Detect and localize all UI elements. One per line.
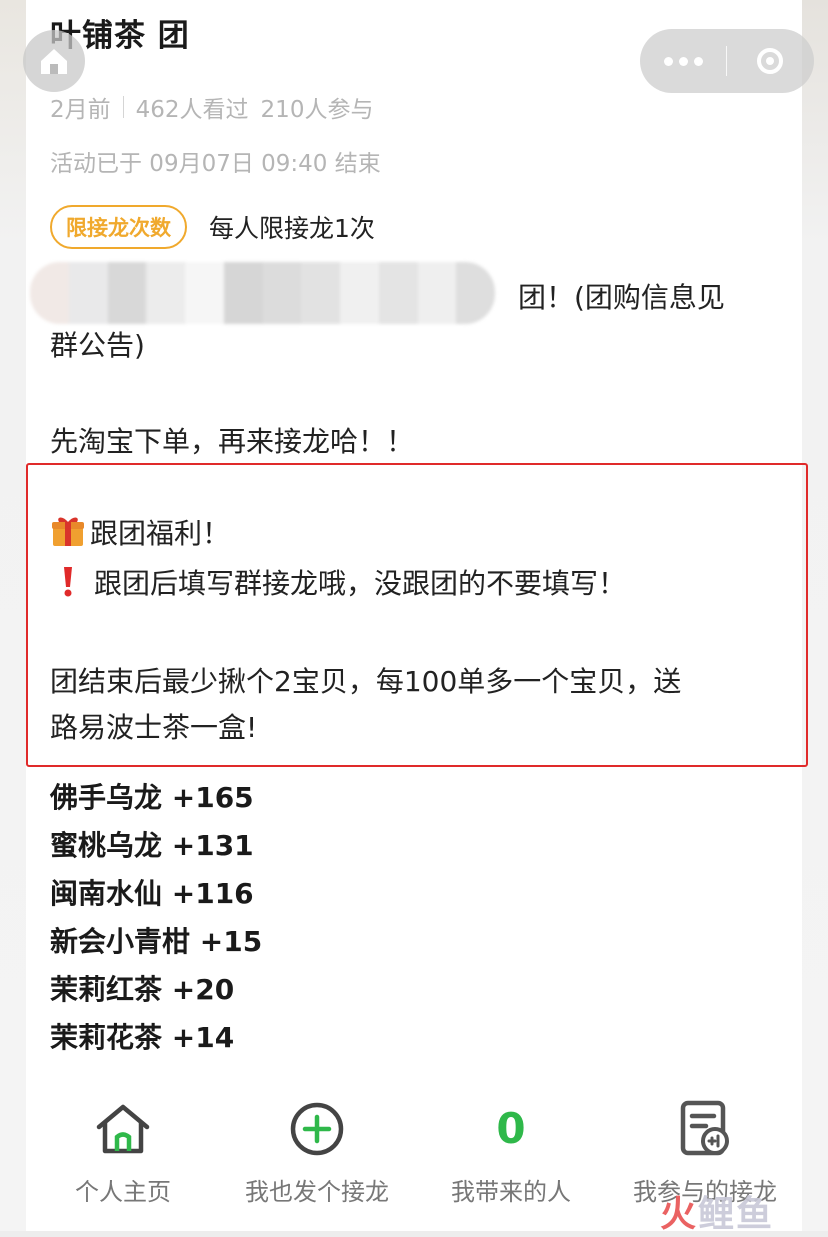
plus-circle-icon (290, 1102, 344, 1156)
description-line2: 群公告) (50, 329, 145, 362)
mini-program-capsule (640, 29, 814, 93)
participant-count: 210人参与 (260, 97, 374, 123)
home-button[interactable] (23, 30, 85, 92)
post-meta: 2月前 462人看过 210人参与 (50, 90, 373, 124)
nav-label: 个人主页 (75, 1178, 171, 1206)
rule-line-2: 路易波士茶一盒! (50, 711, 258, 744)
meta-divider (122, 96, 124, 118)
order-items-list: 佛手乌龙 +165 蜜桃乌龙 +131 闽南水仙 +116 新会小青柑 +15 … (50, 778, 262, 1066)
limit-text: 每人限接龙1次 (209, 214, 375, 243)
list-item: 闽南水仙 +116 (50, 877, 254, 910)
view-count: 462人看过 (135, 97, 249, 123)
referral-count: 0 (496, 1104, 526, 1153)
list-item: 茉莉花茶 +14 (50, 1021, 235, 1054)
gift-icon (52, 517, 84, 546)
limit-badge: 限接龙次数 (50, 205, 187, 249)
benefits-heading: 跟团福利！ (90, 517, 231, 550)
nav-referred-people[interactable]: 0 我带来的人 (414, 1090, 608, 1231)
warning-row: 跟团后填写群接龙哦，没跟团的不要填写！ (50, 562, 626, 602)
warning-text: 跟团后填写群接龙哦，没跟团的不要填写！ (94, 567, 627, 600)
exclamation-icon (64, 567, 72, 597)
list-item: 茉莉红茶 +20 (50, 973, 235, 1006)
limit-row: 限接龙次数 每人限接龙1次 (50, 205, 375, 249)
more-button[interactable] (640, 29, 726, 93)
description-line1: 团！(团购信息见 (518, 281, 725, 314)
list-item: 蜜桃乌龙 +131 (50, 829, 254, 862)
watermark-logo: 火鲤鱼 (660, 1194, 775, 1235)
home-icon (41, 49, 67, 74)
nav-label: 我也发个接龙 (245, 1178, 389, 1206)
nav-label: 我带来的人 (451, 1178, 571, 1206)
background-left (0, 0, 26, 1231)
home-icon (96, 1104, 150, 1154)
time-ago: 2月前 (50, 97, 111, 123)
list-item: 佛手乌龙 +165 (50, 781, 254, 814)
close-miniprogram-button[interactable] (727, 29, 813, 93)
benefits-heading-row: 跟团福利！ (50, 512, 230, 552)
blurred-text-region (30, 262, 495, 324)
more-icon (663, 56, 703, 66)
document-plus-icon (680, 1100, 729, 1156)
nav-personal-home[interactable]: 个人主页 (26, 1090, 220, 1231)
order-note: 先淘宝下单，再来接龙哈！！ (50, 425, 415, 458)
list-item: 新会小青柑 +15 (50, 925, 263, 958)
nav-create-jielong[interactable]: 我也发个接龙 (220, 1090, 414, 1231)
target-icon (757, 48, 783, 74)
activity-end-text: 活动已于 09月07日 09:40 结束 (50, 151, 381, 177)
rule-line-1: 团结束后最少揪个2宝贝，每100单多一个宝贝，送 (50, 665, 682, 698)
